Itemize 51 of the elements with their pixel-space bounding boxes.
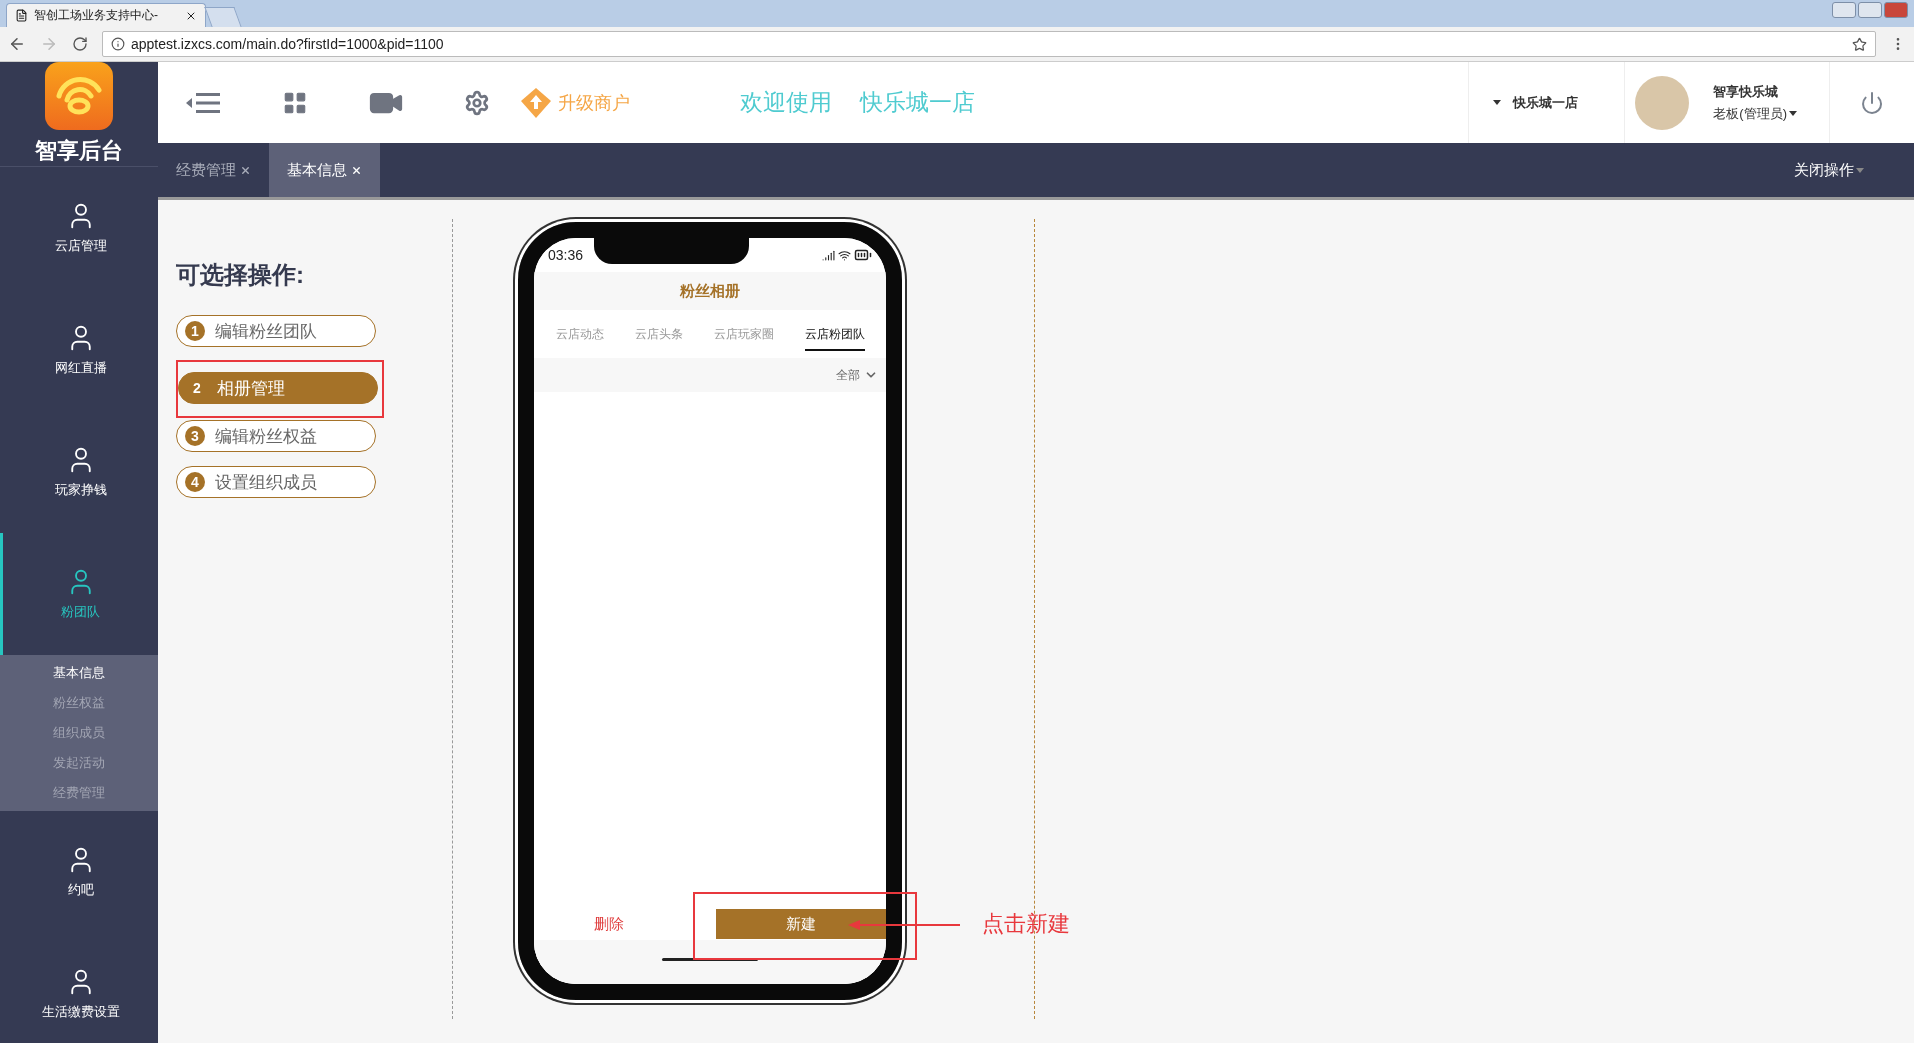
back-icon[interactable] (8, 35, 26, 53)
minimize-button[interactable] (1832, 2, 1856, 18)
role-dropdown[interactable]: 老板(管理员) (1713, 104, 1797, 123)
address-field[interactable]: apptest.izxcs.com/main.do?firstId=1000&pid=1100 (102, 31, 1876, 57)
operation-option[interactable]: 2 相册管理 (178, 372, 378, 404)
user-name: 智享快乐城 (1713, 82, 1780, 101)
logo-icon (45, 62, 113, 130)
close-icon[interactable] (351, 164, 362, 176)
wifi-icon (838, 248, 851, 262)
page-icon (15, 9, 28, 22)
sidebar-item[interactable]: 约吧 (0, 811, 158, 933)
filter-dropdown[interactable]: 全部 (836, 366, 878, 384)
store-name: 快乐城一店 (860, 88, 975, 117)
screen-tab[interactable]: 云店头条 (634, 317, 683, 351)
screen-title: 粉丝相册 (534, 272, 886, 310)
screen-tab[interactable]: 云店玩家圈 (713, 317, 774, 351)
sidebar-item[interactable]: 玩家挣钱 (0, 411, 158, 533)
caret-icon (1856, 167, 1864, 173)
power-icon[interactable] (1860, 90, 1884, 115)
page-tab[interactable]: 基本信息 (269, 143, 380, 197)
sidebar-item[interactable]: 生活缴费设置 (0, 933, 158, 1043)
store-dropdown[interactable]: 快乐城一店 (1469, 93, 1625, 112)
welcome-text: 欢迎使用 (740, 88, 832, 117)
browser-tab[interactable]: 智创工场业务支持中心- (6, 3, 206, 27)
operation-option[interactable]: 4 设置组织成员 (176, 466, 376, 498)
menu-collapse-icon[interactable] (186, 90, 222, 115)
status-time: 03:36 (548, 247, 584, 263)
caret-icon (1789, 111, 1797, 116)
sidebar-item[interactable]: 云店管理 (0, 167, 158, 289)
signal-icon (822, 248, 835, 262)
screen-tab[interactable]: 云店粉团队 (804, 317, 865, 351)
delete-button[interactable]: 删除 (534, 914, 684, 934)
create-button[interactable]: 新建 (716, 909, 886, 939)
info-icon (111, 37, 125, 51)
page-tab[interactable]: 经费管理 (158, 143, 269, 197)
screen-tab[interactable]: 云店动态 (555, 317, 604, 351)
logo-text: 智享后台 (35, 137, 123, 165)
annotation-text: 点击新建 (982, 910, 1070, 938)
submenu-item[interactable]: 基本信息 (0, 658, 158, 688)
diamond-arrow-icon (520, 86, 552, 119)
maximize-button[interactable] (1858, 2, 1882, 18)
sidebar-item[interactable]: 网红直播 (0, 289, 158, 411)
star-icon[interactable] (1852, 36, 1867, 52)
operation-option[interactable]: 1 编辑粉丝团队 (176, 315, 376, 347)
operations-title: 可选择操作: (176, 260, 304, 290)
operation-option[interactable]: 3 编辑粉丝权益 (176, 420, 376, 452)
caret-icon (1493, 100, 1502, 105)
settings-icon[interactable] (464, 89, 490, 116)
tab-title: 智创工场业务支持中心- (34, 7, 158, 24)
reload-icon[interactable] (72, 36, 88, 52)
close-operations-dropdown[interactable]: 关闭操作 (1794, 160, 1864, 180)
